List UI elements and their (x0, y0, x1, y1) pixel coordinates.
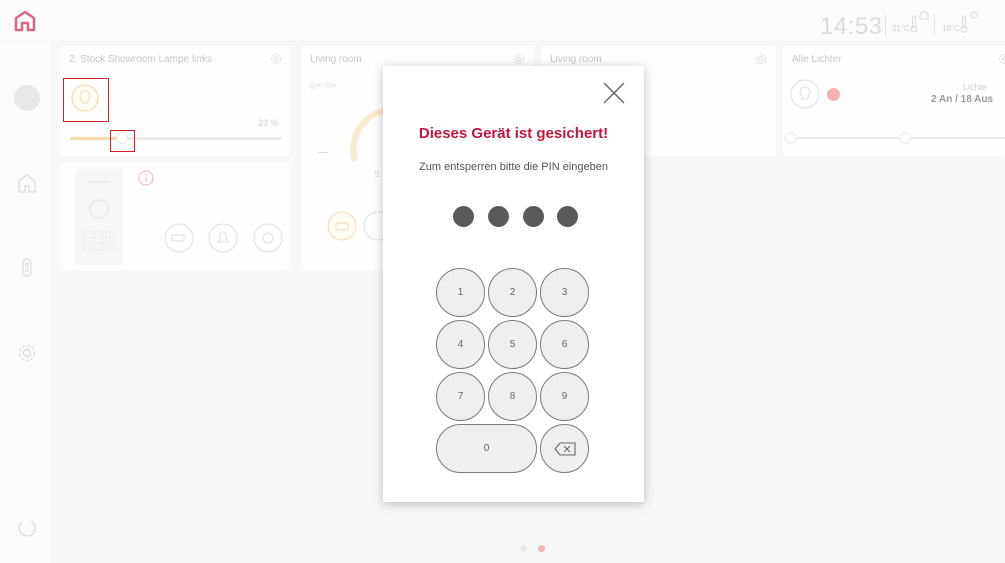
key-4[interactable]: 4 (436, 320, 485, 369)
highlight-box (63, 78, 109, 122)
pin-indicator (453, 206, 578, 228)
key-3[interactable]: 3 (540, 268, 589, 317)
pin-dot (557, 206, 578, 227)
backspace-button[interactable] (540, 424, 589, 473)
key-8[interactable]: 8 (488, 372, 537, 421)
pin-dot (453, 206, 474, 227)
key-6[interactable]: 6 (540, 320, 589, 369)
pin-dot (523, 206, 544, 227)
key-1[interactable]: 1 (436, 268, 485, 317)
pin-dialog: Dieses Gerät ist gesichert! Zum entsperr… (383, 66, 644, 502)
key-0[interactable]: 0 (436, 424, 537, 473)
close-icon[interactable] (601, 80, 627, 106)
key-7[interactable]: 7 (436, 372, 485, 421)
key-5[interactable]: 5 (488, 320, 537, 369)
key-9[interactable]: 9 (540, 372, 589, 421)
backspace-icon (553, 441, 576, 456)
key-2[interactable]: 2 (488, 268, 537, 317)
dialog-title: Dieses Gerät ist gesichert! (418, 125, 609, 142)
pin-dot (488, 206, 509, 227)
highlight-box (110, 130, 135, 152)
dialog-subtitle: Zum entsperren bitte die PIN eingeben (419, 161, 608, 173)
